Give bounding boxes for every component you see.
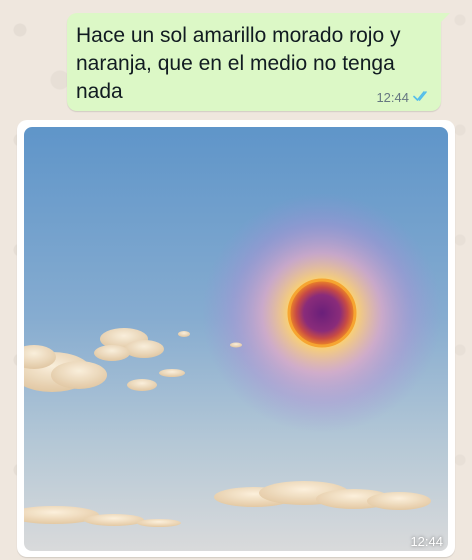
image-time: 12:44 — [410, 534, 443, 549]
message-time: 12:44 — [376, 90, 409, 105]
outgoing-image-bubble[interactable]: 12:44 — [17, 120, 455, 557]
message-meta: 12:44 — [376, 90, 431, 105]
sun-image[interactable] — [24, 127, 448, 551]
double-check-icon — [413, 90, 431, 105]
outgoing-message-bubble[interactable]: Hace un sol amarillo morado rojo y naran… — [67, 13, 450, 111]
